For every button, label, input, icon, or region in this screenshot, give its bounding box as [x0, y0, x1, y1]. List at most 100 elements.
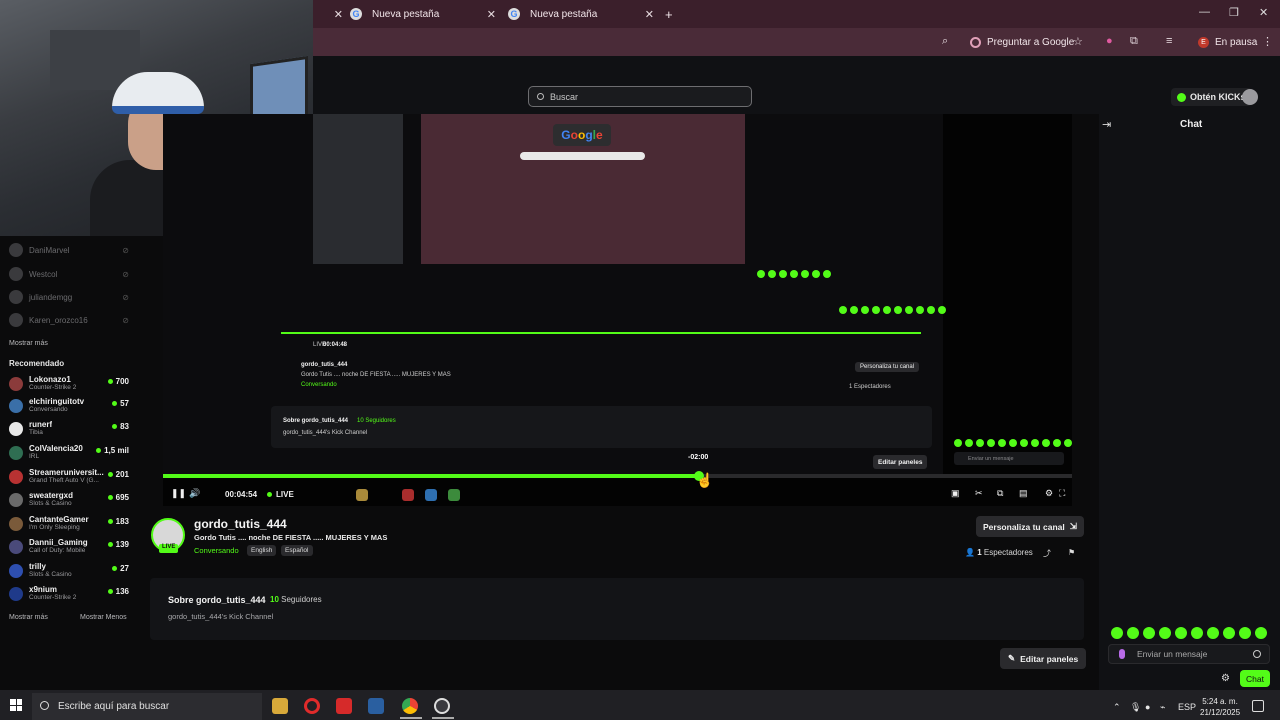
- zoom-icon[interactable]: ⌕: [942, 35, 948, 48]
- obs-icon[interactable]: [434, 698, 450, 714]
- list-item[interactable]: trilly Slots & Casino 27: [9, 562, 129, 578]
- customize-channel-button[interactable]: Personaliza tu canal ⇲: [976, 516, 1084, 537]
- sidebar-item-label: Westcol: [29, 269, 58, 279]
- channel-category: Conversando: [29, 406, 68, 413]
- tray-app-icon[interactable]: ●: [1145, 702, 1150, 712]
- theater-mode-icon[interactable]: ▣: [951, 488, 960, 499]
- avatar: [9, 517, 23, 531]
- language-indicator[interactable]: ESP: [1178, 702, 1196, 712]
- nested-webcam: [313, 114, 403, 264]
- list-item[interactable]: Dannii_Gaming Call of Duty: Mobile 139: [9, 538, 129, 554]
- emoji-icon[interactable]: [1253, 650, 1261, 658]
- collapse-chat-icon[interactable]: ⇥: [1102, 118, 1111, 131]
- volume-icon[interactable]: 🔊: [189, 488, 200, 499]
- video-player[interactable]: Google LIVE 00:04:48 gordo_tutis_444 Gor…: [163, 114, 1072, 506]
- settings-gear-icon[interactable]: ⚙: [1045, 488, 1053, 499]
- pause-icon[interactable]: ❚❚: [171, 488, 186, 499]
- emote-icon[interactable]: [1143, 627, 1155, 639]
- viewer-count-value: 83: [120, 422, 129, 431]
- list-item[interactable]: Streameruniversit... Grand Theft Auto V …: [9, 468, 129, 484]
- reading-list-icon[interactable]: ≡: [1166, 35, 1172, 47]
- list-item[interactable]: elchiringuitotv Conversando 57: [9, 397, 129, 413]
- taskbar-clock[interactable]: 5:24 a. m. 21/12/2025: [1200, 696, 1240, 718]
- ask-google-button[interactable]: Preguntar a Google: [962, 32, 1082, 52]
- list-item[interactable]: x9nium Counter-Strike 2 136: [9, 585, 129, 601]
- sidebar-item-favorite[interactable]: DaniMarvel ⊘: [9, 243, 129, 257]
- edit-panels-button[interactable]: ✎ Editar paneles: [1000, 648, 1087, 669]
- report-icon[interactable]: ⚑: [1068, 548, 1075, 557]
- opera-icon[interactable]: [304, 698, 320, 714]
- fullscreen-icon[interactable]: ⛶: [1059, 488, 1065, 499]
- live-indicator[interactable]: LIVE: [267, 490, 294, 499]
- chat-toggle-icon[interactable]: ▤: [1019, 488, 1028, 499]
- menu-kebab-icon[interactable]: ⋮: [1262, 35, 1273, 48]
- microphone-icon[interactable]: 🎙: [1130, 702, 1141, 713]
- wps-office-icon[interactable]: [336, 698, 352, 714]
- sidebar-item-favorite[interactable]: Karen_orozco16 ⊘: [9, 313, 129, 327]
- emote-icon[interactable]: [1223, 627, 1235, 639]
- emote-icon[interactable]: [1191, 627, 1203, 639]
- close-icon[interactable]: ✕: [487, 8, 496, 21]
- tab-new-2[interactable]: G Nueva pestaña ✕: [508, 0, 654, 28]
- windows-start-icon[interactable]: [10, 699, 22, 711]
- close-icon[interactable]: ✕: [645, 8, 654, 21]
- seek-bar[interactable]: [163, 471, 1072, 481]
- profile-paused-button[interactable]: E En pausa: [1192, 32, 1263, 52]
- emote-icon[interactable]: [1127, 627, 1139, 639]
- avatar: [9, 587, 23, 601]
- minimize-icon[interactable]: —: [1199, 6, 1210, 18]
- chat-input-placeholder: Enviar un mensaje: [1137, 649, 1208, 659]
- emote-icon[interactable]: [1207, 627, 1219, 639]
- chat-send-button[interactable]: Chat: [1240, 670, 1270, 687]
- language-tag[interactable]: Español: [281, 545, 313, 556]
- chat-mic-icon[interactable]: [1119, 649, 1125, 659]
- search-input[interactable]: Buscar: [528, 86, 752, 107]
- taskbar-search-input[interactable]: Escribe aquí para buscar: [32, 693, 262, 720]
- get-kicks-button[interactable]: Obtén KICKs: [1171, 88, 1252, 106]
- channel-name[interactable]: gordo_tutis_444: [194, 517, 287, 531]
- network-icon[interactable]: ⌁: [1160, 702, 1165, 713]
- extension-icon[interactable]: ●: [1106, 35, 1113, 47]
- share-icon[interactable]: ⤴: [1043, 548, 1051, 559]
- emote-icon[interactable]: [1175, 627, 1187, 639]
- show-less-link[interactable]: Mostrar Menos: [80, 614, 127, 621]
- list-item[interactable]: sweatergxd Slots & Casino 695: [9, 491, 129, 507]
- tab-new-1[interactable]: G Nueva pestaña ✕: [350, 0, 496, 28]
- list-item[interactable]: CantanteGamer I'm Only Sleeping 183: [9, 515, 129, 531]
- extensions-puzzle-icon[interactable]: ⧉: [1130, 35, 1138, 48]
- list-item[interactable]: Lokonazo1 Counter-Strike 2 700: [9, 375, 129, 391]
- tab-label: Nueva pestaña: [530, 8, 598, 20]
- emote-icon[interactable]: [1255, 627, 1267, 639]
- viewer-count-value: 136: [115, 587, 129, 596]
- notifications-icon[interactable]: [1252, 700, 1264, 712]
- emote-icon[interactable]: [1159, 627, 1171, 639]
- show-more-link[interactable]: Mostrar más: [9, 614, 48, 621]
- sidebar-item-favorite[interactable]: juliandemgg ⊘: [9, 290, 129, 304]
- steam-icon[interactable]: [368, 698, 384, 714]
- chat-message-input[interactable]: Enviar un mensaje: [1108, 644, 1270, 664]
- nested-google-logo: Google: [553, 124, 611, 146]
- window-close-icon[interactable]: ✕: [1259, 6, 1268, 19]
- emote-icon[interactable]: [1239, 627, 1251, 639]
- restore-icon[interactable]: ❐: [1229, 6, 1239, 19]
- ask-google-label: Preguntar a Google: [987, 36, 1075, 48]
- list-item[interactable]: runerf Tibia 83: [9, 420, 129, 436]
- list-item[interactable]: ColValencia20 IRL 1,5 mil: [9, 444, 129, 460]
- language-tag[interactable]: English: [247, 545, 277, 556]
- show-more-link[interactable]: Mostrar más: [9, 340, 48, 347]
- clip-icon[interactable]: ✂: [975, 488, 983, 499]
- close-icon[interactable]: ✕: [334, 8, 343, 21]
- new-tab-button[interactable]: +: [665, 0, 677, 28]
- tab-close-current[interactable]: ✕: [313, 0, 343, 28]
- file-explorer-icon[interactable]: [272, 698, 288, 714]
- stream-category[interactable]: Conversando: [194, 546, 239, 555]
- chat-settings-icon[interactable]: ⚙: [1221, 673, 1230, 684]
- chrome-icon[interactable]: [402, 698, 418, 714]
- bookmark-star-icon[interactable]: ☆: [1073, 35, 1083, 48]
- sidebar-item-favorite[interactable]: Westcol ⊘: [9, 267, 129, 281]
- user-avatar[interactable]: [1242, 89, 1258, 105]
- pip-icon[interactable]: ⧉: [997, 488, 1003, 499]
- tray-expand-icon[interactable]: ⌃: [1113, 702, 1121, 713]
- emote-icon[interactable]: [1111, 627, 1123, 639]
- channel-name: CantanteGamer: [29, 515, 89, 524]
